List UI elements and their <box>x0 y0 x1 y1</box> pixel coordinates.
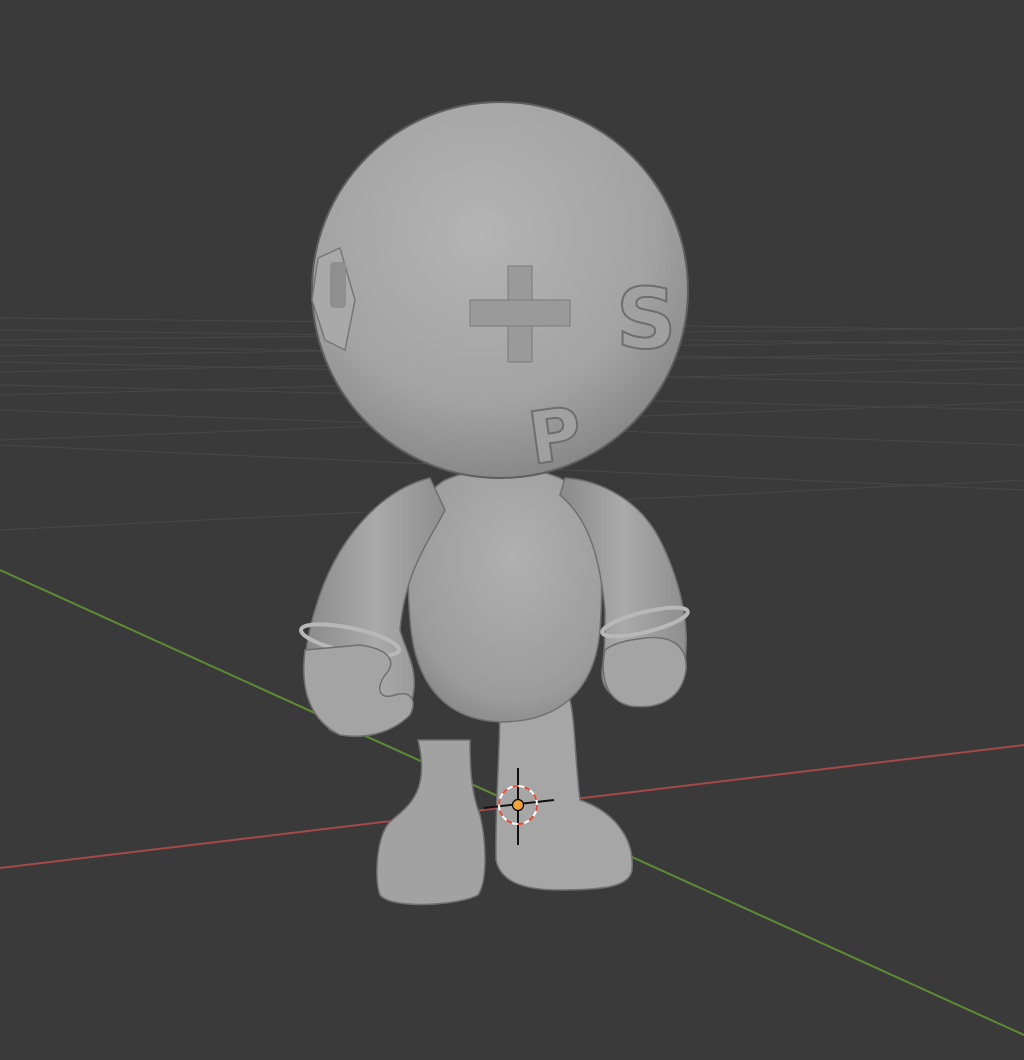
3d-viewport[interactable]: S P <box>0 0 1024 1060</box>
right-fist <box>602 636 687 708</box>
viewport-canvas[interactable]: S P <box>0 0 1024 1060</box>
letter-s-emboss: S <box>616 270 677 368</box>
origin-point-icon[interactable] <box>511 798 525 812</box>
